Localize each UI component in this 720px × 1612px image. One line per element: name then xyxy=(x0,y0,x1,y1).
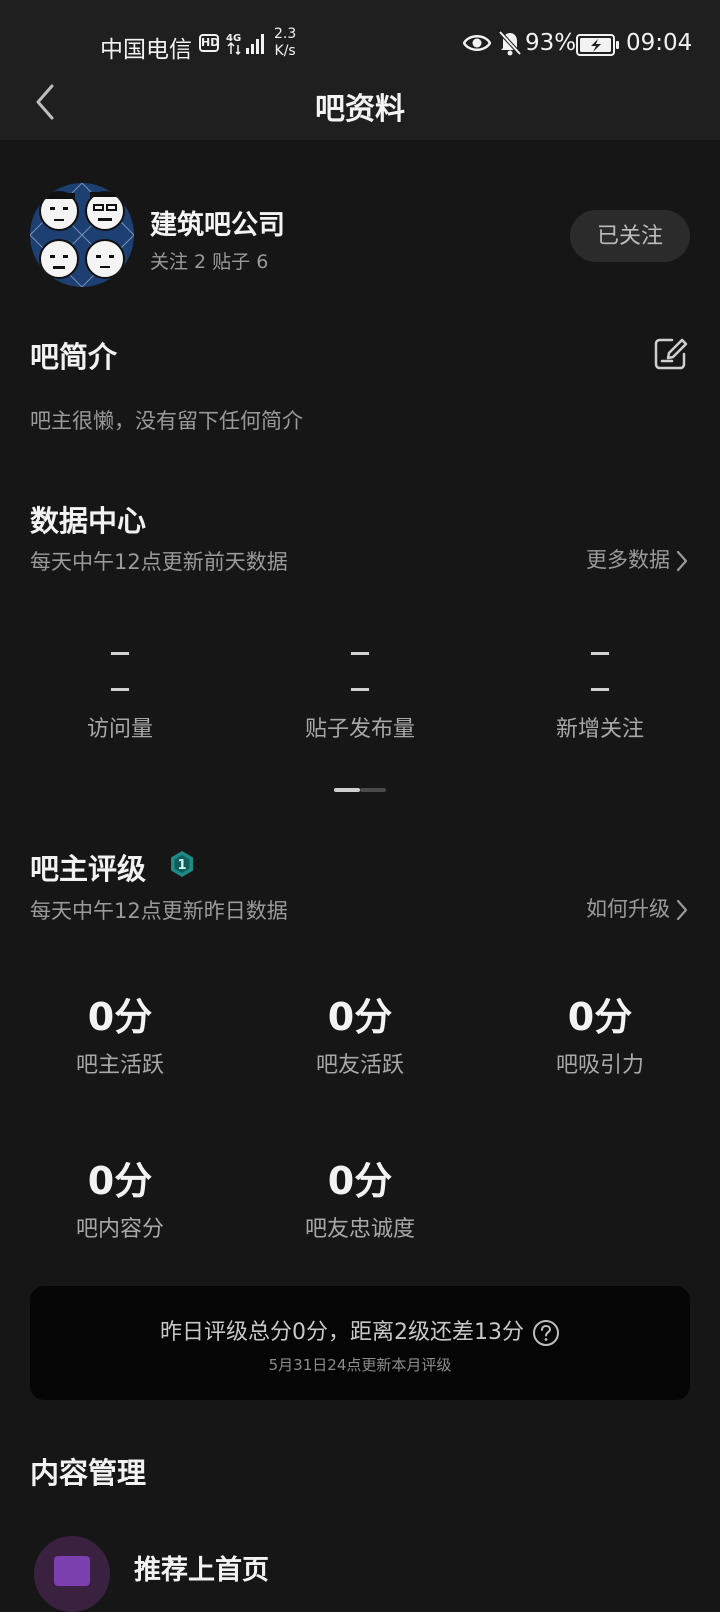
battery-percent: 93% xyxy=(525,30,577,56)
avatar[interactable] xyxy=(30,183,134,287)
score-label: 吧内容分 xyxy=(75,1217,164,1242)
rating-summary-note: 5月31日24点更新本月评级 xyxy=(268,1356,452,1374)
clock: 09:04 xyxy=(626,30,693,56)
stat-label: 访问量 xyxy=(86,717,153,742)
stat-placeholder-dash xyxy=(351,652,369,655)
score-owner-activity: 0分 吧主活跃 xyxy=(30,986,210,1079)
score-content: 0分 吧内容分 xyxy=(30,1150,210,1243)
carrier-label: 中国电信 xyxy=(100,37,192,63)
level-badge-icon: 1 xyxy=(171,851,193,877)
stat-placeholder-dash xyxy=(591,652,609,655)
rating-summary: 昨日评级总分0分，距离2级还差13分 xyxy=(30,1314,690,1347)
title-bar: 吧资料 xyxy=(0,60,720,140)
help-icon[interactable] xyxy=(532,1319,560,1347)
rating-summary-text: 昨日评级总分0分，距离2级还差13分 xyxy=(160,1320,524,1345)
recommend-icon-inner xyxy=(54,1556,90,1586)
page-indicator-inactive xyxy=(360,788,386,792)
stat-posts[interactable]: 贴子发布量 xyxy=(240,652,480,743)
score-label: 吧友忠诚度 xyxy=(304,1217,415,1242)
level-number: 1 xyxy=(177,858,186,873)
intro-title: 吧简介 xyxy=(30,340,118,374)
stat-label: 贴子发布量 xyxy=(304,717,415,742)
forum-header: 建筑吧公司 关注 2 贴子 6 已关注 xyxy=(30,183,690,287)
rating-summary-card: 昨日评级总分0分，距离2级还差13分 5月31日24点更新本月评级 xyxy=(30,1286,690,1400)
recommend-icon[interactable] xyxy=(34,1536,110,1612)
recommend-to-home-label[interactable]: 推荐上首页 xyxy=(134,1548,269,1587)
more-data-label: 更多数据 xyxy=(586,548,670,572)
score-value: 0分 xyxy=(327,1159,393,1203)
network-type: 4G xyxy=(226,33,241,44)
score-label: 吧主活跃 xyxy=(75,1053,164,1078)
page-title: 吧资料 xyxy=(315,92,405,127)
page-indicator xyxy=(334,788,386,792)
rating-title: 吧主评级 xyxy=(30,852,147,886)
score-attraction: 0分 吧吸引力 xyxy=(510,986,690,1079)
stat-placeholder-dash xyxy=(111,688,129,691)
score-label: 吧友活跃 xyxy=(315,1053,404,1078)
content-management-title: 内容管理 xyxy=(30,1456,147,1490)
how-to-upgrade-link[interactable]: 如何升级 xyxy=(586,893,688,923)
more-data-link[interactable]: 更多数据 xyxy=(586,544,688,574)
score-loyalty: 0分 吧友忠诚度 xyxy=(270,1150,450,1243)
speed-unit: K/s xyxy=(274,43,296,59)
chevron-right-icon xyxy=(676,550,688,572)
hd-badge: HD xyxy=(199,34,219,52)
score-label: 吧吸引力 xyxy=(555,1053,644,1078)
forum-name: 建筑吧公司 xyxy=(150,210,285,241)
stat-new-followers[interactable]: 新增关注 xyxy=(480,652,720,743)
intro-text: 吧主很懒，没有留下任何简介 xyxy=(30,409,303,433)
forum-stats: 关注 2 贴子 6 xyxy=(150,251,269,273)
stat-placeholder-dash xyxy=(591,688,609,691)
score-value: 0分 xyxy=(327,995,393,1039)
speed-value: 2.3 xyxy=(274,26,297,42)
stat-placeholder-dash xyxy=(111,652,129,655)
bell-off-icon xyxy=(498,30,522,56)
eye-icon xyxy=(463,35,491,51)
rating-subtitle: 每天中午12点更新昨日数据 xyxy=(30,899,288,923)
how-to-upgrade-label: 如何升级 xyxy=(586,897,670,921)
data-center-title: 数据中心 xyxy=(30,504,147,538)
avatar-image xyxy=(30,183,134,287)
page-indicator-active xyxy=(334,788,360,792)
score-value: 0分 xyxy=(87,995,153,1039)
data-center-subtitle: 每天中午12点更新前天数据 xyxy=(30,550,288,574)
stat-visits[interactable]: 访问量 xyxy=(0,652,240,743)
signal-icon: 4G xyxy=(226,33,264,56)
score-value: 0分 xyxy=(567,995,633,1039)
edit-icon[interactable] xyxy=(652,336,688,372)
battery-icon xyxy=(576,34,619,56)
stat-label: 新增关注 xyxy=(555,717,644,742)
stat-placeholder-dash xyxy=(351,688,369,691)
score-member-activity: 0分 吧友活跃 xyxy=(270,986,450,1079)
follow-button[interactable]: 已关注 xyxy=(570,210,690,262)
score-value: 0分 xyxy=(87,1159,153,1203)
chevron-right-icon xyxy=(676,899,688,921)
network-speed: 2.3 K/s xyxy=(274,26,296,60)
